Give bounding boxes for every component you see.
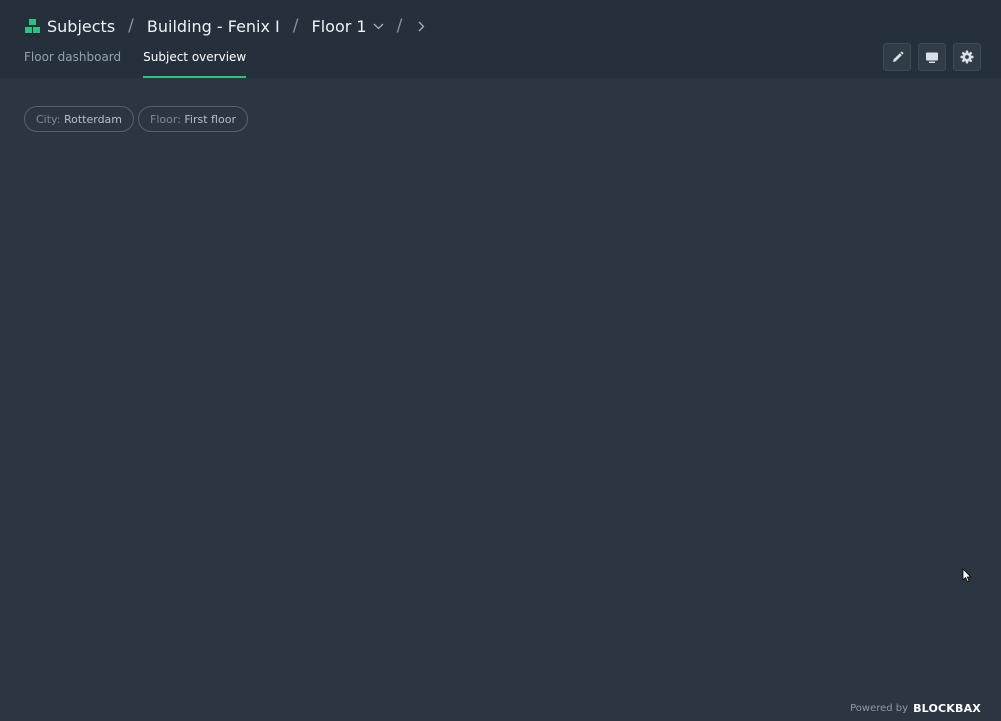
settings-button[interactable]: [953, 43, 981, 71]
tab-subject-overview[interactable]: Subject overview: [143, 50, 247, 78]
brand-logo[interactable]: BLOCKBAX: [913, 702, 981, 715]
tab-bar: Floor dashboard Subject overview: [24, 50, 268, 78]
breadcrumb-separator: /: [396, 16, 403, 36]
monitor-icon: [926, 52, 938, 63]
toolbar: [883, 43, 981, 71]
filter-bar: City: Rotterdam Floor: First floor: [24, 106, 248, 132]
pencil-icon: [892, 51, 903, 62]
filter-key: Floor:: [150, 112, 181, 126]
gear-icon: [960, 50, 974, 64]
filter-chip-city[interactable]: City: Rotterdam: [24, 106, 135, 132]
breadcrumb-label-subjects: Subjects: [47, 16, 116, 36]
chevron-right-icon: [418, 21, 425, 31]
breadcrumb: Subjects / Building - Fenix I / Floor 1 …: [24, 13, 425, 39]
filter-value: First floor: [184, 112, 236, 126]
tab-floor-dashboard[interactable]: Floor dashboard: [24, 50, 121, 78]
mouse-pointer-icon: [962, 568, 972, 583]
chevron-down-icon: [373, 23, 384, 30]
app-header: Subjects / Building - Fenix I / Floor 1 …: [0, 0, 1001, 78]
breadcrumb-item-building[interactable]: Building - Fenix I: [147, 17, 280, 36]
breadcrumb-separator: /: [128, 16, 134, 36]
subjects-icon: [25, 18, 40, 33]
filter-key: City:: [36, 112, 61, 126]
filter-value: Rotterdam: [63, 112, 123, 126]
breadcrumb-next-button[interactable]: [415, 21, 425, 32]
powered-by-footer: Powered by BLOCKBAX: [850, 702, 981, 715]
breadcrumb-separator: /: [292, 16, 299, 36]
breadcrumb-label-floor: Floor 1: [311, 16, 367, 36]
filter-chip-floor[interactable]: Floor: First floor: [138, 106, 248, 132]
powered-by-text: Powered by: [850, 703, 909, 714]
breadcrumb-item-subjects[interactable]: Subjects: [24, 17, 115, 36]
display-button[interactable]: [918, 43, 946, 71]
breadcrumb-item-floor[interactable]: Floor 1: [312, 17, 384, 36]
edit-button[interactable]: [883, 43, 911, 71]
